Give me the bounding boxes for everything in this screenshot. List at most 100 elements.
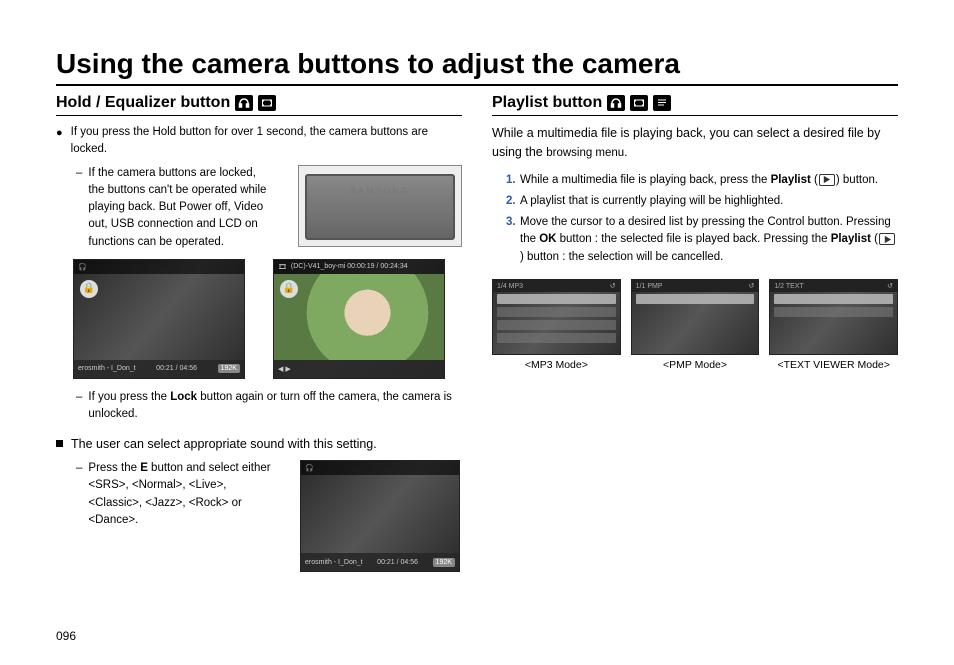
step-3: Move the cursor to a desired list by pre…	[506, 214, 898, 267]
filmstrip-icon	[258, 95, 276, 111]
list-item	[497, 294, 616, 304]
text: If you press the	[88, 391, 170, 403]
pmp-mode-fig: 1/1 PMP ↺ <PMP Mode>	[631, 279, 760, 371]
headphones-icon	[607, 95, 625, 111]
text: While a multimedia file is playing back,…	[520, 174, 771, 186]
dash-icon: –	[76, 389, 82, 424]
lock-bold: Lock	[170, 391, 197, 403]
playlist-heading: Playlist button	[492, 94, 898, 116]
square-bullet-row: The user can select appropriate sound wi…	[56, 435, 462, 454]
e-bold: E	[140, 462, 148, 474]
text-lines-icon	[653, 95, 671, 111]
text-mode-screen: 1/2 TEXT ↺	[769, 279, 898, 355]
video-player-screenshot: 🎞 (DC)-V41_boy-mi 00:00:19 / 00:24:34 🔒 …	[273, 259, 445, 379]
ok-bold: OK	[539, 233, 556, 245]
swirl-icon: ↺	[748, 282, 754, 290]
text: Press the	[88, 462, 140, 474]
text: 1/4 MP3	[497, 283, 523, 290]
dash-text: If the camera buttons are locked, the bu…	[88, 165, 274, 251]
bitrate-tag: 192K	[218, 364, 240, 373]
caption: <PMP Mode>	[631, 359, 760, 371]
text-mode-fig: 1/2 TEXT ↺ <TEXT VIEWER Mode>	[769, 279, 898, 371]
text: (	[871, 233, 878, 245]
dash-text: If you press the Lock button again or tu…	[88, 389, 462, 424]
video-bottombar: ◀ ▶	[274, 360, 444, 378]
filmstrip-icon	[630, 95, 648, 111]
dash-text: Press the E button and select either <SR…	[88, 460, 276, 572]
player-bottombar: erosmith - I_Don_t 00:21 / 04:56 192K	[301, 553, 459, 571]
headphones-icon	[235, 95, 253, 111]
text: (	[811, 174, 818, 186]
play-button-icon	[819, 174, 835, 186]
player-topbar: 🎧	[301, 461, 459, 475]
list	[497, 294, 616, 343]
list-item	[497, 333, 616, 343]
left-column: Hold / Equalizer button ● If you press t…	[56, 94, 462, 572]
list	[774, 294, 893, 317]
mp3-mode-fig: 1/4 MP3 ↺ <MP3 Mode>	[492, 279, 621, 371]
list	[636, 294, 755, 304]
list-item	[497, 307, 616, 317]
step-1: While a multimedia file is playing back,…	[506, 172, 898, 190]
track-time: 00:21 / 04:56	[156, 365, 197, 372]
mp3-player-screenshot: 🎧 🔒 erosmith - I_Don_t 00:21 / 04:56 192…	[73, 259, 245, 379]
lock-icon: 🔒	[80, 280, 98, 298]
bullet-text: If you press the Hold button for over 1 …	[71, 124, 462, 159]
square-text: The user can select appropriate sound wi…	[71, 435, 377, 454]
player-topbar: 🎧	[74, 260, 244, 274]
list-item	[636, 294, 755, 304]
video-topbar: 🎞 (DC)-V41_boy-mi 00:00:19 / 00:24:34	[274, 260, 444, 274]
caption: <TEXT VIEWER Mode>	[769, 359, 898, 371]
playlist-bold: Playlist	[831, 233, 871, 245]
text: ) button.	[836, 174, 878, 186]
mode-topbar: 1/1 PMP ↺	[632, 280, 759, 292]
swirl-icon: ↺	[610, 282, 616, 290]
pmp-mode-screen: 1/1 PMP ↺	[631, 279, 760, 355]
playlist-lead: While a multimedia file is playing back,…	[492, 124, 898, 162]
locked-explain-row: – If the camera buttons are locked, the …	[76, 165, 462, 251]
headphones-mini-icon: 🎧	[305, 464, 314, 472]
track-name: erosmith - I_Don_t	[78, 365, 136, 372]
camera-brand: SAMSUNG	[299, 186, 461, 196]
camera-illustration: SAMSUNG	[298, 165, 462, 247]
bitrate-tag: 192K	[433, 558, 455, 567]
caption: <MP3 Mode>	[492, 359, 621, 371]
text: button : the selected file is played bac…	[556, 233, 830, 245]
hold-equalizer-heading: Hold / Equalizer button	[56, 94, 462, 116]
headphones-mini-icon: 🎧	[78, 263, 87, 271]
video-frame	[274, 274, 444, 360]
list-item	[774, 294, 893, 304]
video-topbar-text: (DC)-V41_boy-mi 00:00:19 / 00:24:34	[291, 263, 408, 270]
text: browsing menu.	[546, 147, 627, 159]
page-number: 096	[56, 629, 76, 643]
track-time: 00:21 / 04:56	[377, 559, 418, 566]
dash-locked: – If the camera buttons are locked, the …	[76, 165, 274, 251]
text: 1/2 TEXT	[774, 283, 803, 290]
mode-topbar: 1/4 MP3 ↺	[493, 280, 620, 292]
play-icon: ◀ ▶	[278, 365, 291, 373]
mode-screenshots-row: 1/4 MP3 ↺ <MP3 Mode> 1/1 PMP ↺	[492, 279, 898, 371]
playlist-steps: While a multimedia file is playing back,…	[506, 172, 898, 267]
bullet-icon: ●	[56, 124, 63, 159]
lock-icon: 🔒	[280, 280, 298, 298]
page-title: Using the camera buttons to adjust the c…	[56, 48, 898, 86]
heading-text: Playlist button	[492, 94, 602, 112]
list-item	[774, 307, 893, 317]
dash-icon: –	[76, 460, 82, 572]
playlist-bold: Playlist	[771, 174, 811, 186]
bullet-hold: ● If you press the Hold button for over …	[56, 124, 462, 159]
filmstrip-mini-icon: 🎞	[278, 263, 287, 271]
swirl-icon: ↺	[887, 282, 893, 290]
dash-icon: –	[76, 165, 82, 251]
track-name: erosmith - I_Don_t	[305, 559, 363, 566]
heading-text: Hold / Equalizer button	[56, 94, 230, 112]
player-bottombar: erosmith - I_Don_t 00:21 / 04:56 192K	[74, 360, 244, 378]
mode-topbar: 1/2 TEXT ↺	[770, 280, 897, 292]
eq-player-screenshot: 🎧 erosmith - I_Don_t 00:21 / 04:56 192K	[300, 460, 460, 572]
dash-unlock: – If you press the Lock button again or …	[76, 389, 462, 424]
list-item	[497, 320, 616, 330]
eq-row: – Press the E button and select either <…	[76, 460, 462, 572]
text: 1/1 PMP	[636, 283, 663, 290]
play-button-icon	[879, 233, 895, 245]
right-column: Playlist button While a multimedia file …	[492, 94, 898, 572]
